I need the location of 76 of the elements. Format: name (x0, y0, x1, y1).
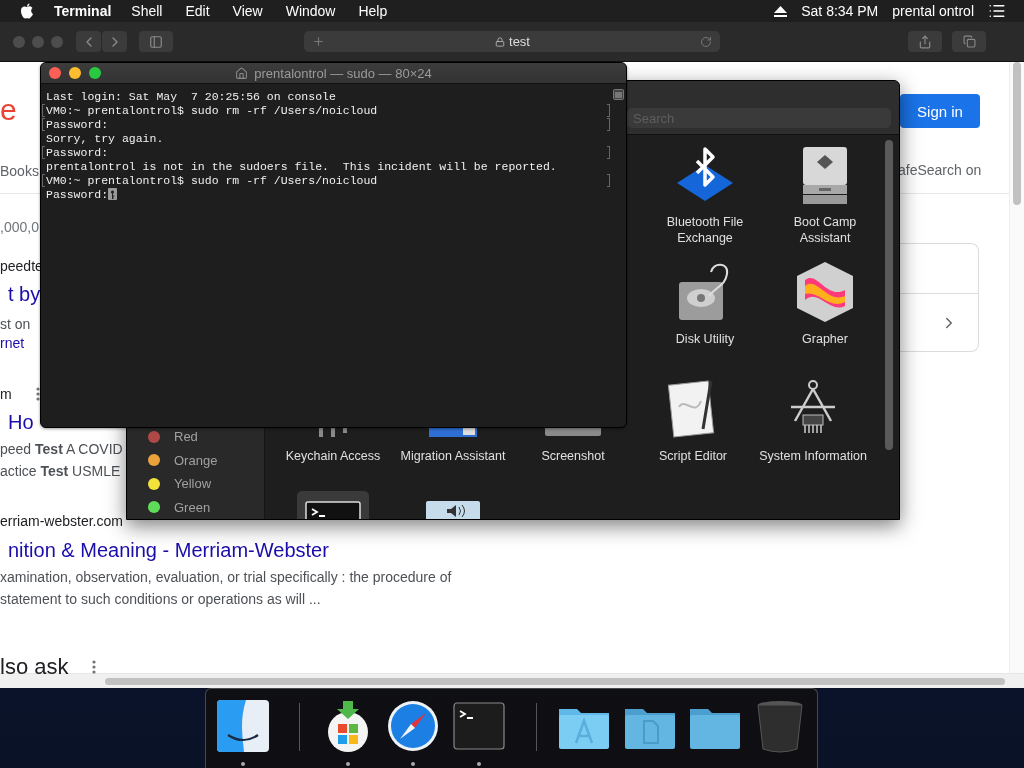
zoom-button[interactable] (89, 67, 101, 79)
home-icon (235, 66, 249, 80)
sidebar-icon (149, 34, 163, 49)
terminal-line: Last login: Sat May 7 20:25:56 on console (46, 89, 336, 103)
share-icon (918, 34, 932, 49)
tabs-icon (962, 35, 976, 48)
speaker-icon[interactable] (425, 499, 481, 519)
terminal-line: Password: (46, 187, 109, 201)
user-name[interactable]: prental ontrol (892, 3, 974, 19)
sidebar-button[interactable] (139, 31, 173, 52)
menu-item[interactable]: View (232, 3, 263, 19)
lock-icon (495, 36, 505, 47)
app-label: Script Editor (657, 448, 729, 464)
finder-icon[interactable] (215, 699, 270, 753)
menu-item[interactable]: Shell (131, 3, 163, 19)
line-mark (42, 173, 45, 187)
close-button[interactable] (49, 67, 61, 79)
result-title[interactable]: t by (8, 281, 41, 307)
line-mark (42, 145, 45, 159)
site-url: erriam-webster.com (0, 512, 123, 531)
result-snippet: peed Test A COVID (0, 440, 123, 459)
app-label: Disk Utility (674, 331, 736, 347)
logo-text: e (0, 93, 17, 127)
scrollbar[interactable] (1009, 62, 1024, 673)
result-title[interactable]: Ho (8, 409, 34, 435)
address-field[interactable]: test (304, 31, 720, 52)
result-link[interactable]: rnet (0, 333, 25, 353)
terminal-line: Sorry, try again. (46, 131, 164, 145)
key-cursor-icon (108, 188, 118, 200)
more-icon[interactable] (35, 386, 40, 402)
menu-item[interactable]: Window (285, 3, 336, 19)
window-title: prentalontrol — sudo — 80×24 (254, 65, 432, 81)
clock[interactable]: Sat 8:34 PM (801, 3, 879, 19)
tabs-button[interactable] (952, 31, 986, 52)
app-label: Migration Assistant (399, 448, 507, 464)
search-tab[interactable]: Books (0, 161, 39, 181)
terminal-line: Password: (46, 145, 109, 159)
app-label: System Information (758, 448, 868, 464)
menu-item[interactable]: Edit (185, 3, 210, 19)
sidebar-item[interactable]: Orange (174, 452, 218, 468)
result-title[interactable]: nition & Meaning - Merriam-Webster (8, 537, 329, 563)
result-count: ,000,0 (0, 218, 39, 237)
menu-item[interactable]: Help (358, 3, 388, 19)
line-mark (607, 173, 610, 187)
eject-icon[interactable] (774, 5, 788, 17)
sidebar-item[interactable]: Yellow (174, 476, 212, 492)
result-snippet: actice Test USMLE (0, 462, 121, 481)
sign-in-button[interactable]: Sign in (900, 94, 980, 128)
terminal-line: VM0:~ prentalontrol$ sudo rm -rf /Users/noicloud (46, 103, 378, 117)
plus-icon[interactable] (312, 35, 325, 48)
line-mark (607, 145, 610, 159)
compass-icon[interactable] (386, 699, 441, 753)
share-button[interactable] (908, 31, 942, 52)
more-icon[interactable] (92, 659, 97, 675)
app-menu[interactable]: Terminal (54, 3, 112, 19)
result-snippet: statement to such conditions or operations as will ... (0, 590, 321, 609)
result-snippet: st on (0, 315, 31, 334)
result-snippet: xamination, observation, evaluation, or trial specifically : the procedure of (0, 568, 452, 587)
sidebar-item[interactable]: Green (174, 499, 211, 515)
site-url: m (0, 385, 12, 404)
terminal-line: VM0:~ prentalontrol$ sudo rm -rf /Users/noicloud (46, 173, 378, 187)
horizontal-scrollbar[interactable] (0, 673, 1024, 688)
apple-icon[interactable] (20, 3, 34, 19)
app-label: Grapher (801, 331, 849, 347)
app-label: Bluetooth File Exchange (665, 214, 745, 246)
terminal-line: Password: (46, 117, 109, 131)
sidebar-item[interactable]: Red (174, 429, 198, 445)
marks-icon[interactable] (612, 89, 624, 100)
app-label: Keychain Access (284, 448, 382, 464)
app-label: Screenshot (540, 448, 606, 464)
app-label: Boot Camp Assistant (792, 214, 858, 246)
terminal-line: prentalontrol is not in the sudoers file. This incident will be reported. (46, 159, 557, 173)
list-icon[interactable] (988, 2, 1006, 20)
minimize-button[interactable] (69, 67, 81, 79)
section-heading: lso ask (0, 653, 69, 681)
terminal-icon[interactable] (305, 501, 361, 519)
